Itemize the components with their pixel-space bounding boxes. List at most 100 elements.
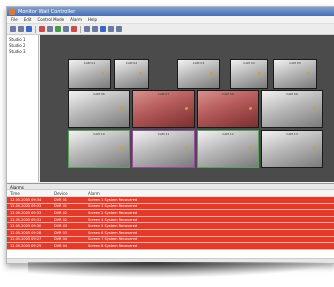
alarm-time: 12.05.2005 09:25 <box>10 243 42 248</box>
screen-label: CAM 05 <box>289 61 301 65</box>
wall-screen[interactable]: CAM 02 <box>114 59 149 89</box>
alarm-table-header: Time Device Alarm <box>7 190 334 197</box>
settings-icon[interactable] <box>108 26 114 32</box>
title-bar: Monitor Wall Controller <box>7 7 334 16</box>
wall-screen[interactable]: CAM 03 <box>177 59 220 89</box>
alarm-time: 12.05.2005 09:31 <box>10 217 42 222</box>
status-led-icon <box>185 107 188 110</box>
help-icon[interactable] <box>116 26 122 32</box>
screen-label: CAM 07 <box>157 92 170 96</box>
column-header-alarm[interactable]: Alarm <box>88 191 334 196</box>
wall-screen[interactable]: CAM 06 <box>68 90 130 128</box>
table-row[interactable]: 12.05.2005 09:33 DVR 01 Screen 3 System Re… <box>7 203 334 211</box>
alarm-time: 12.05.2005 09:28 <box>10 230 42 235</box>
screen-label: CAM 04 <box>243 61 255 65</box>
wall-screen[interactable]: CAM 09 <box>261 90 323 128</box>
stop-icon[interactable] <box>47 26 53 32</box>
status-led-icon <box>120 107 123 110</box>
alarm-device: DVR 01 <box>54 204 68 209</box>
alarm-time: 12.05.2005 09:27 <box>10 237 42 242</box>
alarm-text: Screen 6 System Recovered <box>88 230 138 235</box>
menu-file[interactable]: File <box>11 17 18 22</box>
alarm-device: DVR 03 <box>54 224 68 229</box>
screen-label: CAM 10 <box>93 132 105 136</box>
app-window: Monitor Wall Controller File Edit Contro… <box>6 6 334 264</box>
wall-screen[interactable]: CAM 05 <box>273 59 317 89</box>
status-led-icon <box>120 147 123 150</box>
alarm-device: DVR 02 <box>54 217 68 222</box>
screen-label: CAM 03 <box>192 61 205 65</box>
alarm-text: Screen 1 System Recovered <box>88 197 138 202</box>
status-led-icon <box>258 72 261 75</box>
alarm-text: Screen 5 System Recovered <box>88 224 138 229</box>
alarm-text: Screen 8 System Recovered <box>88 243 138 248</box>
menu-bar: File Edit Control Mode Alarm Help <box>7 16 334 24</box>
toolbar-divider <box>80 25 81 33</box>
wall-screen-alarm[interactable]: CAM 07 <box>132 90 195 128</box>
table-row[interactable]: 12.05.2005 09:28 DVR 03 Screen 6 System Re… <box>7 229 334 237</box>
table-row[interactable]: 12.05.2005 09:34 DVR 01 Screen 1 System Re… <box>7 197 334 204</box>
wall-screen-selected[interactable]: CAM 11 <box>132 130 195 168</box>
wall-screen[interactable]: CAM 01 <box>68 59 111 89</box>
wall-screen[interactable]: CAM 04 <box>230 59 268 89</box>
main-area: Studio 1 Studio 2 Studio 3 CAM 01 CAM 02… <box>7 35 334 182</box>
save-icon[interactable] <box>26 26 32 32</box>
table-row[interactable]: 12.05.2005 09:30 DVR 03 Screen 5 System Re… <box>7 223 334 230</box>
zoom-out-icon[interactable] <box>92 26 98 32</box>
wall-screen[interactable]: CAM 10 <box>68 130 130 168</box>
record-icon[interactable] <box>39 26 45 32</box>
screen-label: CAM 06 <box>93 92 105 96</box>
window-title: Monitor Wall Controller <box>18 8 76 15</box>
alarm-time: 12.05.2005 09:30 <box>10 224 42 229</box>
status-led-icon <box>307 72 310 75</box>
menu-edit[interactable]: Edit <box>24 17 32 22</box>
status-led-icon <box>313 107 316 110</box>
alarm-time: 12.05.2005 09:33 <box>10 204 42 209</box>
alarm-text: Screen 7 System Recovered <box>88 237 138 242</box>
status-led-icon <box>139 72 142 75</box>
screen-label: CAM 02 <box>125 61 138 65</box>
toolbar-divider <box>35 25 36 33</box>
alarm-icon[interactable] <box>71 26 77 32</box>
menu-control-mode[interactable]: Control Mode <box>37 17 64 22</box>
layout-icon[interactable] <box>100 26 106 32</box>
drop-shadow <box>28 262 334 278</box>
alarm-text: Screen 4 System Recovered <box>88 217 138 222</box>
camera-icon[interactable] <box>63 26 69 32</box>
alarm-text: Screen 3 System Recovered <box>88 204 138 209</box>
toolbar <box>7 24 334 35</box>
table-row[interactable]: 12.05.2005 09:27 DVR 04 Screen 7 System Re… <box>7 236 334 244</box>
alarm-time: 12.05.2005 09:33 <box>10 210 42 215</box>
alarm-device: DVR 04 <box>54 237 68 242</box>
new-icon[interactable] <box>10 26 16 32</box>
alarm-time: 12.05.2005 09:34 <box>10 197 42 202</box>
status-led-icon <box>185 147 188 150</box>
menu-alarm[interactable]: Alarm <box>70 17 82 22</box>
screen-label: CAM 11 <box>157 132 170 136</box>
screen-label: CAM 12 <box>222 132 234 136</box>
menu-help[interactable]: Help <box>88 17 97 22</box>
column-header-time[interactable]: Time <box>7 191 54 196</box>
wall-screen[interactable]: CAM 12 <box>197 130 259 168</box>
wall-screen[interactable]: CAM 13 <box>261 130 323 168</box>
table-row[interactable]: 12.05.2005 09:31 DVR 02 Screen 4 System Re… <box>7 216 334 224</box>
alarm-text: Screen 2 System Recovered <box>88 210 138 215</box>
status-led-icon <box>101 72 104 75</box>
status-led-icon <box>249 107 252 110</box>
status-led-icon <box>210 72 213 75</box>
screen-label: CAM 01 <box>83 61 96 65</box>
status-led-icon <box>313 147 316 150</box>
column-header-device[interactable]: Device <box>54 191 88 196</box>
video-wall: CAM 01 CAM 02 CAM 03 CAM 04 CAM 05 CAM 0… <box>40 35 334 182</box>
play-icon[interactable] <box>55 26 61 32</box>
table-row[interactable]: 12.05.2005 09:33 DVR 02 Screen 2 System Re… <box>7 210 334 217</box>
alarm-panel: Alarms Time Device Alarm 12.05.2005 09:3… <box>7 183 334 263</box>
status-led-icon <box>249 147 252 150</box>
table-row[interactable]: 12.05.2005 09:25 DVR 04 Screen 8 System Re… <box>7 243 334 250</box>
zoom-in-icon[interactable] <box>84 26 90 32</box>
open-icon[interactable] <box>18 26 24 32</box>
sidebar-item-studio-3[interactable]: Studio 3 <box>9 49 36 55</box>
wall-screen-alarm[interactable]: CAM 08 <box>197 90 259 128</box>
alarm-device: DVR 02 <box>54 210 68 215</box>
alarm-device: DVR 03 <box>54 230 68 235</box>
